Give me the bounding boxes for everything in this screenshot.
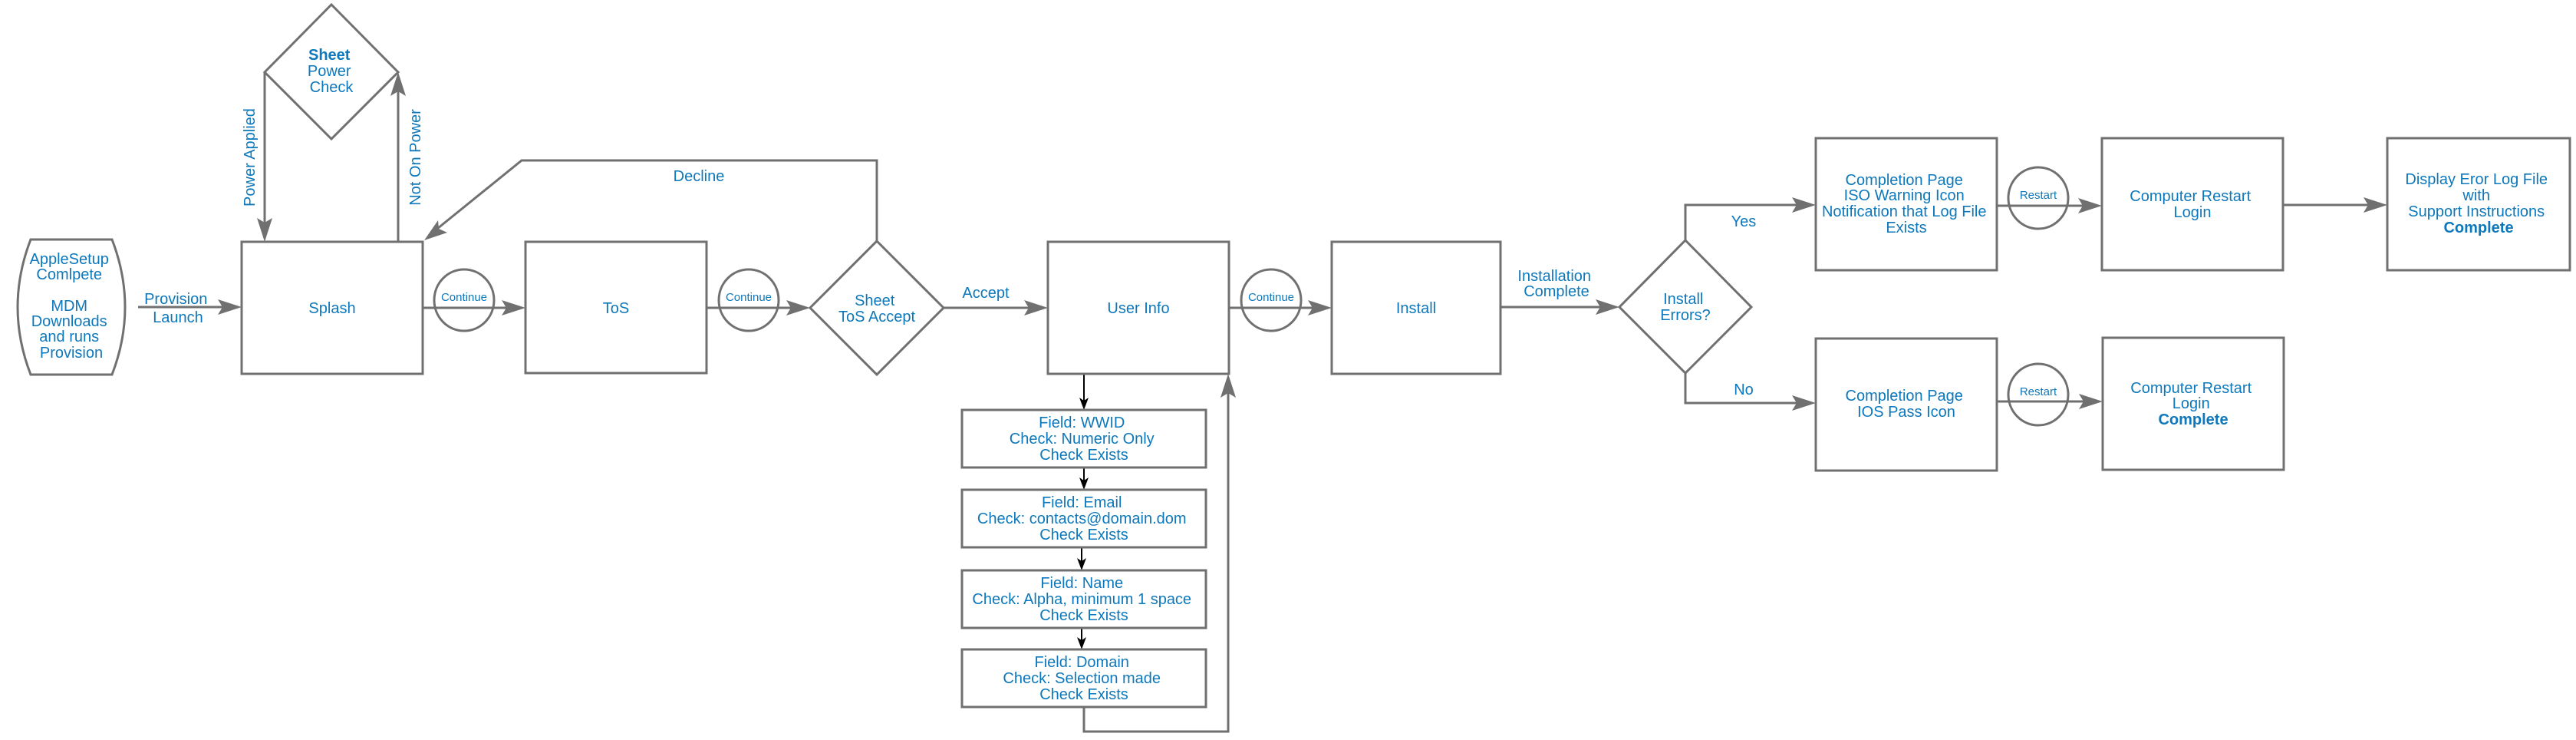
field-line: Check: Alpha, minimum 1 space bbox=[972, 591, 1191, 608]
restart-login-complete: Complete bbox=[2158, 411, 2228, 428]
field-line: Field: WWID bbox=[1039, 415, 1125, 431]
restart-label: Restart bbox=[2020, 385, 2057, 398]
field-line: Field: Name bbox=[1040, 575, 1123, 592]
node-completion-warning: Completion Page ISO Warning Icon Notific… bbox=[1814, 137, 1998, 272]
display-log-line: with bbox=[2462, 187, 2490, 204]
start-line: Comlpete bbox=[36, 266, 102, 283]
install-errors-line: Install bbox=[1663, 291, 1703, 308]
field-line: Check Exists bbox=[1039, 447, 1128, 464]
field-line: Check Exists bbox=[1039, 607, 1128, 624]
node-tos-accept: Sheet ToS Accept bbox=[808, 239, 946, 377]
continue-button[interactable]: Continue bbox=[717, 268, 780, 332]
display-log-line: Display Eror Log File bbox=[2405, 171, 2548, 188]
completion-warning-line: Exists bbox=[1886, 220, 1926, 236]
edge-label-not-on-power: Not On Power bbox=[407, 109, 424, 206]
field-line: Check: Selection made bbox=[1003, 670, 1161, 687]
field-line: Check Exists bbox=[1039, 527, 1128, 543]
restart-login-line: Login bbox=[2172, 395, 2210, 412]
node-user-info: User Info bbox=[1046, 240, 1230, 375]
completion-warning-line: ISO Warning Icon bbox=[1844, 187, 1965, 204]
completion-warning-line: Notification that Log File bbox=[1822, 203, 1987, 220]
continue-label: Continue bbox=[1248, 291, 1294, 304]
edge-label-provision-launch: Provision Launch bbox=[144, 291, 212, 326]
continue-button[interactable]: Continue bbox=[1240, 268, 1303, 332]
tos-accept-line: Sheet bbox=[855, 292, 895, 309]
edge-label-line: Provision bbox=[144, 291, 207, 308]
edge-label-yes: Yes bbox=[1731, 213, 1757, 230]
edge-label-installation-complete: Installation Complete bbox=[1517, 268, 1595, 300]
start-line: Provision bbox=[40, 345, 103, 362]
edge-label-line: Installation bbox=[1517, 268, 1591, 285]
tos-accept-line: ToS Accept bbox=[838, 309, 916, 325]
start-line: AppleSetup bbox=[30, 251, 109, 268]
edge-decline bbox=[433, 159, 878, 241]
node-restart-login-pass: Computer Restart Login Complete bbox=[2101, 336, 2285, 471]
restart-button[interactable]: Restart bbox=[2007, 166, 2070, 230]
svg-text:Sheet Power Check: Sheet Power Check bbox=[308, 47, 355, 96]
restart-label: Restart bbox=[2020, 189, 2057, 202]
user-info-label: User Info bbox=[1107, 300, 1169, 317]
start-line: and runs bbox=[39, 329, 99, 345]
completion-pass-line: IOS Pass Icon bbox=[1857, 404, 1955, 421]
node-restart-login-error: Computer Restart Login bbox=[2100, 137, 2284, 272]
continue-label: Continue bbox=[441, 291, 487, 304]
splash-label: Splash bbox=[308, 300, 355, 317]
node-splash: Splash bbox=[240, 240, 424, 375]
completion-warning-line: Completion Page bbox=[1846, 172, 1963, 189]
completion-pass-line: Completion Page bbox=[1846, 388, 1963, 405]
install-errors-line: Errors? bbox=[1660, 307, 1711, 324]
node-completion-pass: Completion Page IOS Pass Icon bbox=[1814, 337, 1998, 472]
edge-label-power-applied: Power Applied bbox=[242, 108, 259, 206]
field-box-email: Field: Email Check: contacts@domain.dom … bbox=[960, 488, 1207, 549]
field-line: Check Exists bbox=[1039, 686, 1128, 703]
power-check-bold: Sheet bbox=[308, 47, 351, 64]
continue-label: Continue bbox=[726, 291, 772, 304]
field-line: Check: contacts@domain.dom bbox=[977, 510, 1187, 527]
edge-label-line: Complete bbox=[1524, 283, 1589, 300]
install-label: Install bbox=[1396, 300, 1436, 317]
connectors bbox=[138, 72, 2387, 733]
edge-label-decline: Decline bbox=[674, 168, 725, 185]
field-box-name: Field: Name Check: Alpha, minimum 1 spac… bbox=[960, 569, 1207, 629]
node-install-errors: Install Errors? bbox=[1617, 238, 1754, 375]
node-start: AppleSetup Comlpete MDM Downloads and ru… bbox=[16, 238, 127, 376]
field-line: Field: Email bbox=[1042, 494, 1122, 511]
svg-text:Completion Page IOS Pass: Completion Page IOS Pass Icon bbox=[1846, 388, 1968, 421]
power-check-line: Check bbox=[310, 79, 354, 96]
node-tos: ToS bbox=[524, 240, 708, 375]
tos-label: ToS bbox=[603, 300, 629, 317]
power-check-line: Power bbox=[308, 63, 351, 80]
field-box-wwid: Field: WWID Check: Numeric Only Check Ex… bbox=[960, 408, 1207, 469]
restart-login-line: Login bbox=[2174, 204, 2212, 221]
edge-label-line: Launch bbox=[153, 309, 203, 326]
field-box-domain: Field: Domain Check: Selection made Chec… bbox=[960, 648, 1207, 709]
edge-label-no: No bbox=[1734, 382, 1754, 398]
flowchart-canvas: AppleSetup Comlpete MDM Downloads and ru… bbox=[16, 2, 2571, 733]
svg-text:Install Errors?: Install Errors? bbox=[1660, 291, 1711, 324]
continue-button[interactable]: Continue bbox=[433, 268, 496, 332]
restart-login-line: Computer Restart bbox=[2130, 188, 2251, 205]
node-display-error-log: Display Eror Log File with Support Instr… bbox=[2386, 137, 2571, 272]
restart-button[interactable]: Restart bbox=[2007, 362, 2070, 427]
field-line: Check: Numeric Only bbox=[1010, 431, 1155, 448]
restart-login-line: Computer Restart bbox=[2130, 380, 2252, 397]
display-log-line: Support Instructions bbox=[2408, 203, 2545, 220]
node-power-check: Sheet Power Check bbox=[262, 2, 400, 141]
node-install: Install bbox=[1330, 240, 1502, 375]
edge-label-accept: Accept bbox=[962, 285, 1010, 302]
field-line: Field: Domain bbox=[1035, 654, 1129, 671]
start-line: MDM bbox=[51, 298, 87, 315]
start-line: Downloads bbox=[31, 313, 107, 330]
display-log-complete: Complete bbox=[2443, 220, 2513, 236]
